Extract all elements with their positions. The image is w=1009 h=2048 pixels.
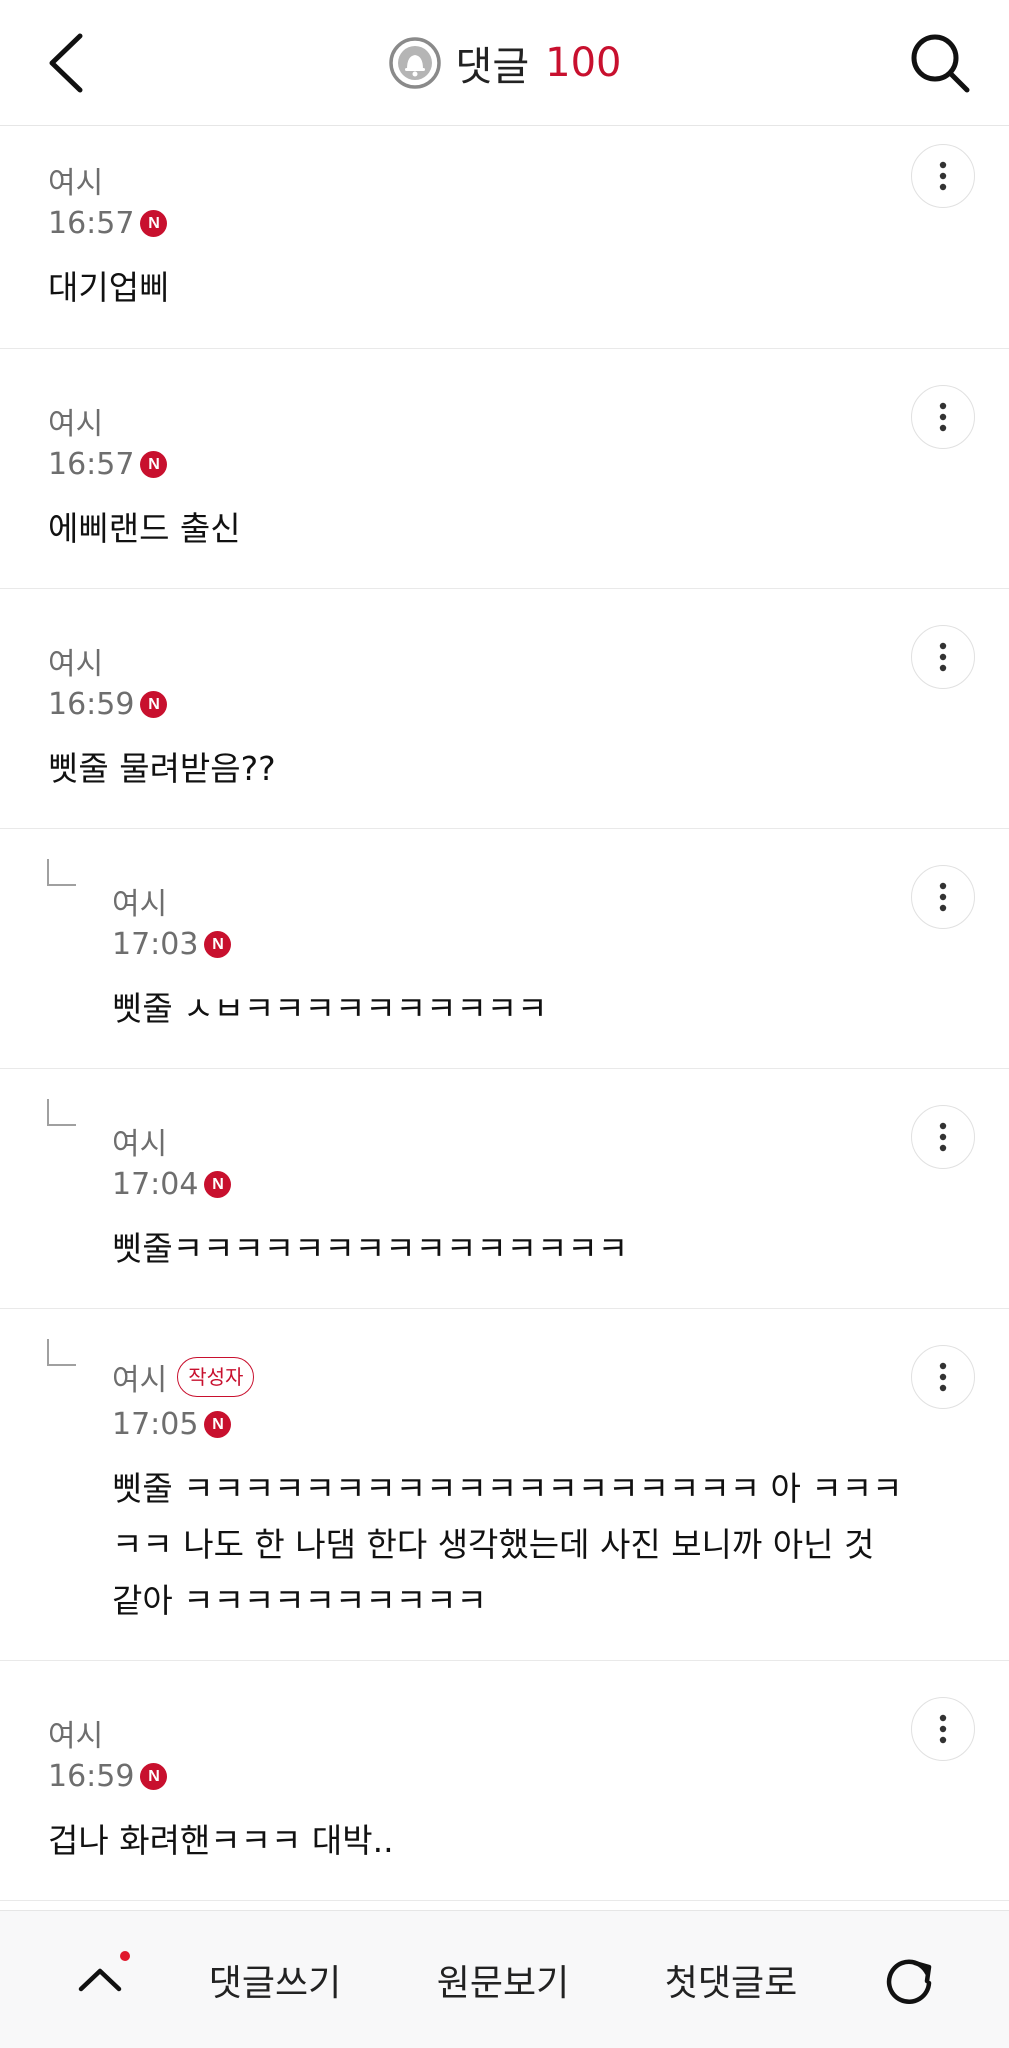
time-text: 17:03 bbox=[112, 927, 199, 962]
more-vertical-icon bbox=[939, 161, 947, 191]
time-text: 16:59 bbox=[48, 687, 135, 722]
author-name: 여시 bbox=[112, 1127, 168, 1162]
top-header: 댓글 100 bbox=[0, 0, 1009, 126]
comment-author: 여시 bbox=[112, 1119, 167, 1163]
reply-indent-icon bbox=[47, 1339, 76, 1366]
comment-item: 여시 16:57 N 대기업삐 bbox=[0, 126, 1009, 349]
writer-badge: 작성자 bbox=[177, 1357, 255, 1397]
title-label: 댓글 bbox=[455, 44, 530, 90]
comment-author: 여시 bbox=[48, 158, 103, 202]
time-text: 16:57 bbox=[48, 206, 135, 241]
comment-body: 에삐랜드 출신 bbox=[48, 509, 241, 548]
author-name: 여시 bbox=[48, 647, 104, 682]
more-vertical-icon bbox=[939, 402, 947, 432]
comment-time: 16:59 N bbox=[48, 1759, 168, 1794]
comment-time: 17:05 N bbox=[112, 1407, 232, 1442]
reply-indent-icon bbox=[47, 859, 76, 886]
more-vertical-icon bbox=[939, 642, 947, 672]
comment-count: 100 bbox=[545, 40, 622, 86]
more-options-button[interactable] bbox=[911, 385, 975, 449]
comment-author: 여시 bbox=[48, 1711, 103, 1755]
comment-body: 삣줄ㅋㅋㅋㅋㅋㅋㅋㅋㅋㅋㅋㅋㅋㅋㅋ bbox=[112, 1229, 629, 1268]
comment-item: 여시 16:59 N 삣줄 물려받음?? bbox=[0, 589, 1009, 829]
comment-time: 16:59 N bbox=[48, 687, 168, 722]
reply-indent-icon bbox=[47, 1099, 76, 1126]
comment-author: 여시 작성자 bbox=[112, 1355, 255, 1399]
notification-dot bbox=[120, 1951, 130, 1961]
author-name: 여시 bbox=[112, 887, 168, 922]
comment-body: 삣줄 물려받음?? bbox=[48, 749, 276, 788]
write-comment-label: 댓글쓰기 bbox=[208, 1963, 342, 2004]
comment-item: 여시 16:59 N 겁나 화려핸ㅋㅋㅋ 대박.. bbox=[0, 1661, 1009, 1901]
new-badge: N bbox=[140, 691, 168, 718]
time-text: 17:04 bbox=[112, 1167, 199, 1202]
bell-icon[interactable] bbox=[388, 36, 442, 90]
new-badge: N bbox=[140, 1763, 168, 1790]
refresh-icon bbox=[886, 1959, 932, 2005]
comment-time: 16:57 N bbox=[48, 206, 168, 241]
page-title: 댓글 100 bbox=[0, 34, 1009, 92]
search-icon bbox=[911, 34, 970, 93]
new-badge: N bbox=[204, 1411, 232, 1438]
more-options-button[interactable] bbox=[911, 1105, 975, 1169]
comment-body: 삣줄 ㅋㅋㅋㅋㅋㅋㅋㅋㅋㅋㅋㅋㅋㅋㅋㅋㅋㅋㅋ 아 ㅋㅋㅋ ㅋㅋ 나도 한 나댐 … bbox=[112, 1469, 903, 1620]
comment-list: 여시 16:57 N 대기업삐 여시 16:57 N 에삐랜드 출신 여시 16… bbox=[0, 126, 1009, 1901]
comment-author: 여시 bbox=[48, 399, 103, 443]
new-badge: N bbox=[140, 451, 168, 478]
refresh-button[interactable] bbox=[870, 1911, 950, 2048]
time-text: 17:05 bbox=[112, 1407, 199, 1442]
reply-item: 여시 작성자 17:05 N 삣줄 ㅋㅋㅋㅋㅋㅋㅋㅋㅋㅋㅋㅋㅋㅋㅋㅋㅋㅋㅋ 아 … bbox=[0, 1309, 1009, 1661]
new-badge: N bbox=[140, 210, 168, 237]
more-vertical-icon bbox=[939, 1714, 947, 1744]
view-original-button[interactable]: 원문보기 bbox=[418, 1911, 588, 2048]
more-vertical-icon bbox=[939, 1122, 947, 1152]
more-vertical-icon bbox=[939, 1362, 947, 1392]
view-original-label: 원문보기 bbox=[436, 1963, 570, 2004]
author-name: 여시 bbox=[48, 407, 104, 442]
comment-body: 삣줄 ㅅㅂㅋㅋㅋㅋㅋㅋㅋㅋㅋㅋ bbox=[112, 989, 548, 1028]
more-options-button[interactable] bbox=[911, 1345, 975, 1409]
comment-author: 여시 bbox=[48, 639, 103, 683]
more-options-button[interactable] bbox=[911, 625, 975, 689]
search-button[interactable] bbox=[905, 28, 975, 98]
scroll-top-button[interactable] bbox=[60, 1911, 140, 2048]
reply-item: 여시 17:04 N 삣줄ㅋㅋㅋㅋㅋㅋㅋㅋㅋㅋㅋㅋㅋㅋㅋ bbox=[0, 1069, 1009, 1309]
more-vertical-icon bbox=[939, 882, 947, 912]
comment-author: 여시 bbox=[112, 879, 167, 923]
comment-body: 대기업삐 bbox=[48, 268, 170, 307]
chevron-up-icon bbox=[78, 1968, 122, 1992]
write-comment-button[interactable]: 댓글쓰기 bbox=[190, 1911, 360, 2048]
author-name: 여시 bbox=[112, 1363, 168, 1398]
author-name: 여시 bbox=[48, 1719, 104, 1754]
first-comment-label: 첫댓글로 bbox=[664, 1963, 798, 2004]
time-text: 16:57 bbox=[48, 447, 135, 482]
new-badge: N bbox=[204, 1171, 232, 1198]
new-badge: N bbox=[204, 931, 232, 958]
more-options-button[interactable] bbox=[911, 144, 975, 208]
comment-body: 겁나 화려핸ㅋㅋㅋ 대박.. bbox=[48, 1821, 394, 1860]
author-name: 여시 bbox=[48, 166, 104, 201]
more-options-button[interactable] bbox=[911, 865, 975, 929]
comment-time: 16:57 N bbox=[48, 447, 168, 482]
comment-time: 17:03 N bbox=[112, 927, 232, 962]
comment-item: 여시 16:57 N 에삐랜드 출신 bbox=[0, 349, 1009, 589]
more-options-button[interactable] bbox=[911, 1697, 975, 1761]
reply-item: 여시 17:03 N 삣줄 ㅅㅂㅋㅋㅋㅋㅋㅋㅋㅋㅋㅋ bbox=[0, 829, 1009, 1069]
comment-time: 17:04 N bbox=[112, 1167, 232, 1202]
first-comment-button[interactable]: 첫댓글로 bbox=[646, 1911, 816, 2048]
time-text: 16:59 bbox=[48, 1759, 135, 1794]
bottom-toolbar: 댓글쓰기 원문보기 첫댓글로 bbox=[0, 1910, 1009, 2048]
